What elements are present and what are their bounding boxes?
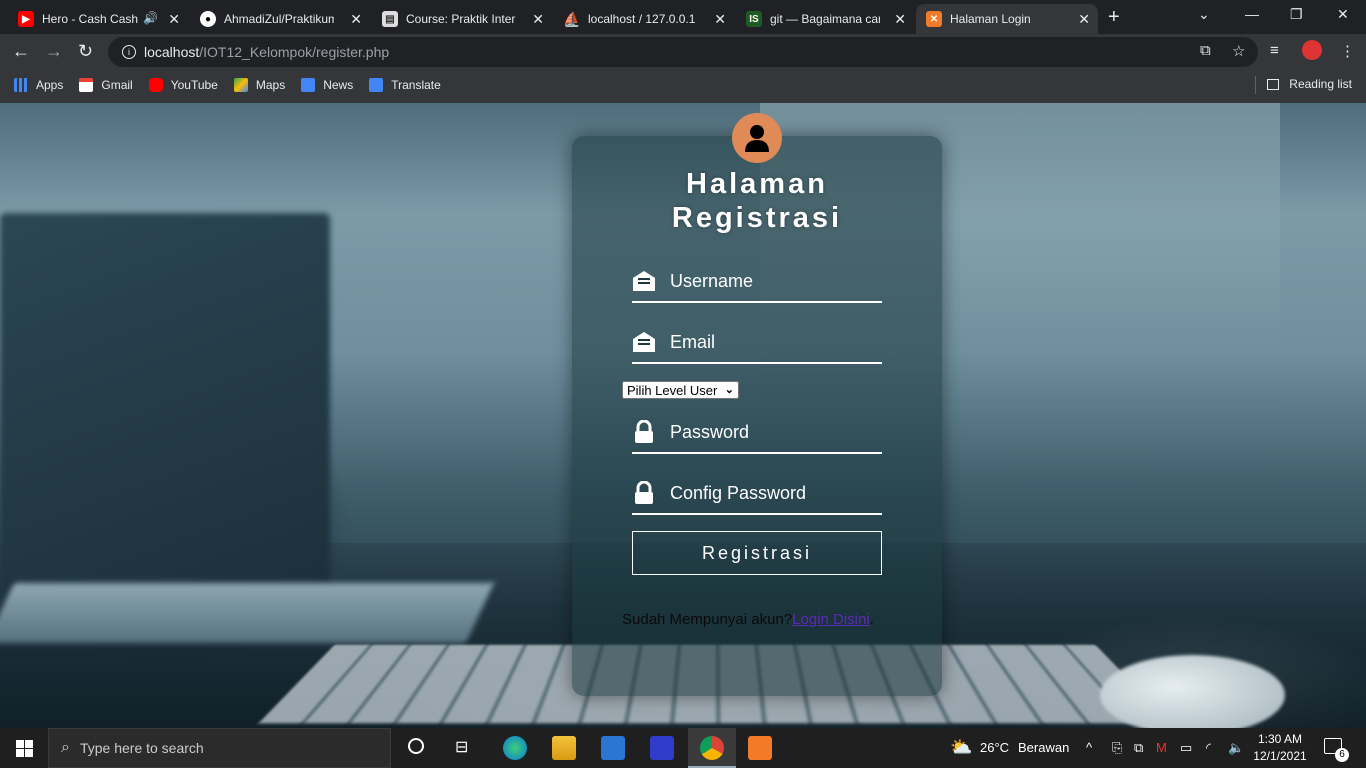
edge-icon[interactable] [503,736,527,760]
file-explorer-icon[interactable] [552,736,576,760]
phpmyadmin-icon: ⛵ [563,10,581,27]
reading-list-icon [1267,78,1280,90]
course-icon: ▤ [382,11,398,27]
search-icon: ⌕ [61,739,70,756]
tab-strip: ▶ Hero - Cash Cash 🔊 ✕ ● AhmadiZul/Prakt… [0,0,1366,34]
maps-icon [233,78,248,92]
stackexchange-icon: IS [746,11,762,27]
tab-course[interactable]: ▤ Course: Praktik Interne ✕ [372,4,552,34]
cortana-icon[interactable] [408,738,424,754]
login-link[interactable]: Login Disini [792,611,870,628]
translate-icon [369,78,384,92]
notification-badge: 6 [1335,748,1349,762]
bookmark-star-icon[interactable]: ☆ [1232,42,1245,60]
close-tab-icon[interactable]: ✕ [350,11,362,28]
windows-start-icon[interactable] [16,740,33,757]
tray-remote-icon[interactable]: ⧉ [1134,740,1143,756]
system-clock[interactable]: 1:30 AM 12/1/2021 [1252,731,1308,765]
email-field[interactable]: Email [632,322,882,364]
volume-icon[interactable]: 🔈 [1228,740,1244,756]
battery-icon[interactable]: ▭ [1180,740,1192,756]
windows-taskbar: ⌕ Type here to search ⊟ ⛅ 26°C Berawan ^… [0,728,1366,768]
bookmark-youtube[interactable]: YouTube [148,78,218,92]
tab-phpmyadmin[interactable]: ⛵ localhost / 127.0.0.1 / ✕ [554,4,734,34]
youtube-icon: ▶ [18,11,34,27]
tray-mcafee-icon[interactable]: M [1156,740,1167,755]
bookmark-translate[interactable]: Translate [369,78,441,92]
xampp-icon: ✕ [926,11,942,27]
background-laptop-base [0,583,494,643]
chrome-icon [700,736,724,760]
login-prompt: Sudah Mempunyai akun?Login Disini. [622,611,874,628]
reading-list-separator [1255,76,1256,94]
close-tab-icon[interactable]: ✕ [1078,11,1090,28]
envelope-icon [633,332,655,352]
chevron-down-icon: ⌄ [724,384,734,396]
close-tab-icon[interactable]: ✕ [168,11,180,28]
site-info-icon[interactable]: i [122,45,136,59]
close-tab-icon[interactable]: ✕ [894,11,906,28]
level-user-select[interactable]: Pilih Level User ⌄ [622,381,739,399]
lock-icon [635,481,653,504]
username-field[interactable]: Username [632,261,882,303]
close-tab-icon[interactable]: ✕ [714,11,726,28]
bookmarks-bar: Apps Gmail YouTube Maps News Translate [0,70,1366,100]
registrasi-button[interactable]: Registrasi [632,531,882,575]
reading-list-button[interactable]: Reading list [1267,77,1352,91]
github-icon: ● [200,11,216,27]
tab-search-icon[interactable]: ⌄ [1198,6,1210,23]
news-icon [301,78,316,92]
tab-halaman-login[interactable]: ✕ Halaman Login ✕ [916,4,1098,34]
audio-icon[interactable]: 🔊 [143,11,158,25]
youtube-icon [148,78,163,92]
browser-chrome: ▶ Hero - Cash Cash 🔊 ✕ ● AhmadiZul/Prakt… [0,0,1366,103]
background-laptop [0,213,330,613]
close-tab-icon[interactable]: ✕ [532,11,544,28]
gmail-icon [79,78,94,92]
page-title: Halaman Registrasi [671,168,843,234]
lock-icon [635,420,653,443]
weather-icon[interactable]: ⛅ [950,737,972,758]
visual-studio-icon[interactable] [650,736,674,760]
browser-toolbar: ← → ↻ i localhost/IOT12_Kelompok/registe… [0,34,1366,70]
url-host: localhost [144,44,200,60]
envelope-icon [633,271,655,291]
url-path: /IOT12_Kelompok/register.php [199,44,390,60]
tray-app-icon[interactable]: ⎘ [1112,740,1122,756]
tab-stackexchange[interactable]: IS git — Bagaimana cara ✕ [736,4,914,34]
tab-youtube[interactable]: ▶ Hero - Cash Cash 🔊 ✕ [8,4,188,34]
background-mouse [1100,655,1285,728]
tray-chevron-icon[interactable]: ^ [1086,740,1092,755]
bookmark-news[interactable]: News [301,78,353,92]
wifi-icon[interactable]: ◜ [1206,740,1211,756]
confirm-password-field[interactable]: Config Password [632,473,882,515]
forward-icon[interactable]: → [45,41,63,62]
reload-icon[interactable]: ↻ [78,41,93,62]
address-bar[interactable]: i localhost/IOT12_Kelompok/register.php [108,37,1258,67]
page-background: Halaman Registrasi Username Email Pilih … [0,103,1366,728]
bookmark-apps[interactable]: Apps [14,78,63,92]
weather-desc[interactable]: Berawan [1018,740,1069,755]
password-field[interactable]: Password [632,412,882,454]
media-control-icon[interactable]: ≡ [1270,42,1279,59]
new-tab-button[interactable]: + [1108,6,1120,29]
taskbar-search[interactable]: ⌕ Type here to search [48,728,391,768]
weather-temp[interactable]: 26°C [980,740,1009,755]
translate-page-icon[interactable]: ⧉ [1200,42,1211,59]
tab-github[interactable]: ● AhmadiZul/Praktikum ✕ [190,4,370,34]
menu-icon[interactable]: ⋮ [1340,42,1355,60]
restore-icon[interactable]: ❐ [1290,6,1303,23]
back-icon[interactable]: ← [12,41,30,62]
bookmark-maps[interactable]: Maps [233,78,285,92]
close-window-icon[interactable]: ✕ [1337,6,1349,23]
task-view-icon[interactable]: ⊟ [455,737,468,757]
xampp-taskbar-icon[interactable] [748,736,772,760]
minimize-icon[interactable]: — [1245,6,1259,22]
apps-grid-icon [14,78,28,92]
user-avatar-icon [732,113,782,163]
mail-icon[interactable] [601,736,625,760]
profile-avatar[interactable] [1302,40,1322,60]
bookmark-gmail[interactable]: Gmail [79,78,133,92]
